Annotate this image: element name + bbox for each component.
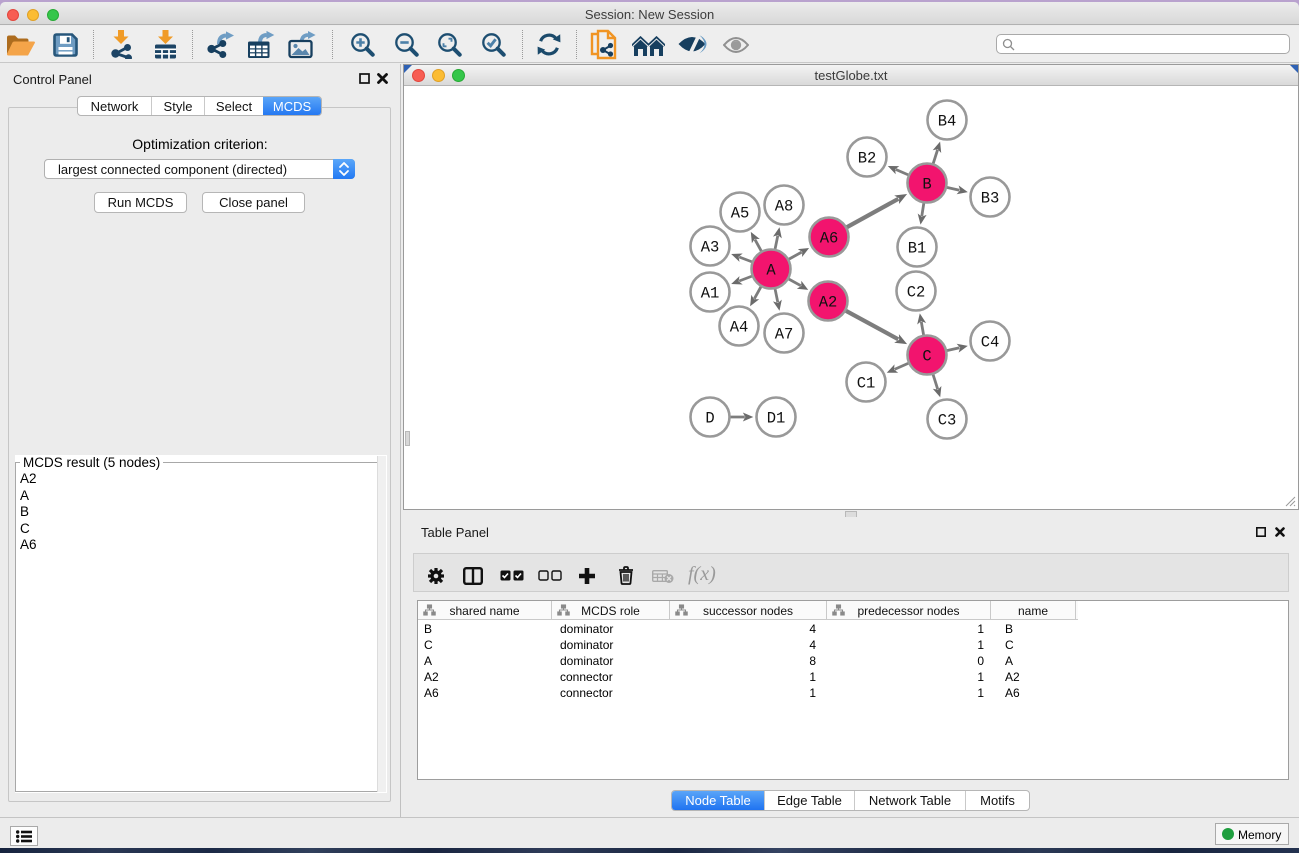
svg-text:C: C <box>922 348 931 366</box>
svg-text:A2: A2 <box>819 294 838 312</box>
svg-text:A1: A1 <box>701 285 720 303</box>
svg-text:A: A <box>766 262 776 280</box>
svg-text:B1: B1 <box>908 240 927 258</box>
svg-text:B3: B3 <box>981 190 1000 208</box>
svg-text:A5: A5 <box>731 205 750 223</box>
svg-text:B2: B2 <box>858 150 877 168</box>
svg-text:A4: A4 <box>730 319 749 337</box>
svg-text:D: D <box>705 410 714 428</box>
svg-text:C4: C4 <box>981 334 1000 352</box>
svg-text:A8: A8 <box>775 198 794 216</box>
svg-text:A6: A6 <box>820 230 839 248</box>
svg-text:C2: C2 <box>907 284 926 302</box>
svg-text:C1: C1 <box>857 375 876 393</box>
svg-text:B: B <box>922 176 931 194</box>
svg-text:D1: D1 <box>767 410 786 428</box>
svg-text:B4: B4 <box>938 113 957 131</box>
svg-text:A7: A7 <box>775 326 794 344</box>
svg-text:C3: C3 <box>938 412 957 430</box>
svg-text:A3: A3 <box>701 239 720 257</box>
